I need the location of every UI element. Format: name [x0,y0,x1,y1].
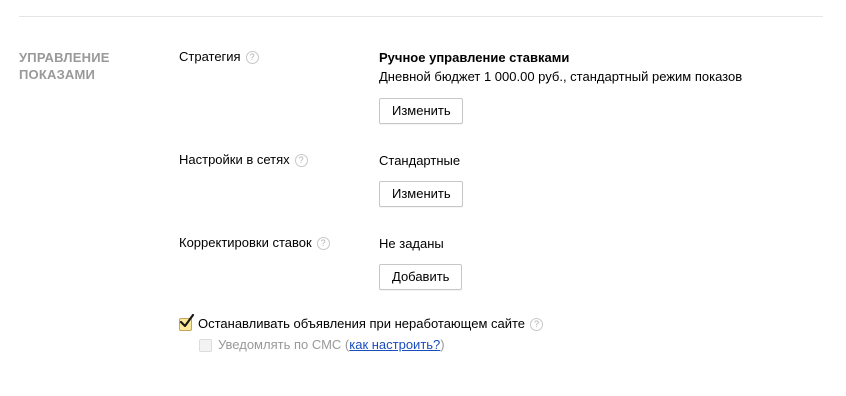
network-settings-label: Настройки в сетях [179,152,290,167]
sms-notify-checkbox [199,338,212,352]
network-settings-help-icon[interactable]: ? [294,153,308,167]
strategy-value-title: Ручное управление ставками [379,50,570,65]
sms-notify-option: Уведомлять по СМС (как настроить?) [199,337,445,353]
network-settings-value: Стандартные [379,153,461,168]
network-settings-label-row: Настройки в сетях ? [179,152,308,168]
strategy-help-icon[interactable]: ? [245,50,259,64]
stop-ads-checkbox[interactable] [179,313,195,331]
strategy-label: Стратегия [179,49,241,64]
section-title: Управление показами [19,49,159,83]
sms-setup-link[interactable]: как настроить? [349,337,440,353]
sms-notify-label-prefix: Уведомлять по СМС ( [218,337,350,352]
strategy-value-detail: Дневной бюджет 1 000.00 руб., стандартны… [379,69,743,84]
strategy-label-row: Стратегия ? [179,49,259,65]
sms-notify-label-suffix: ) [440,337,445,352]
bid-adjustments-label-row: Корректировки ставок ? [179,235,330,251]
stop-ads-option[interactable]: Останавливать объявления при неработающе… [179,313,544,332]
checkmark-icon [179,313,195,327]
bid-adjustments-value: Не заданы [379,236,444,251]
section-title-line1: Управление [19,50,110,65]
network-settings-change-button[interactable]: Изменить [379,181,463,207]
bid-adjustments-help-icon[interactable]: ? [316,236,330,250]
stop-ads-label[interactable]: Останавливать объявления при неработающе… [198,316,525,332]
section-title-line2: показами [19,67,96,82]
strategy-change-button[interactable]: Изменить [379,98,463,124]
section-divider [19,16,823,17]
bid-adjustments-label: Корректировки ставок [179,235,312,250]
stop-ads-help-icon[interactable]: ? [530,317,544,331]
bid-adjustments-add-button[interactable]: Добавить [379,264,462,290]
